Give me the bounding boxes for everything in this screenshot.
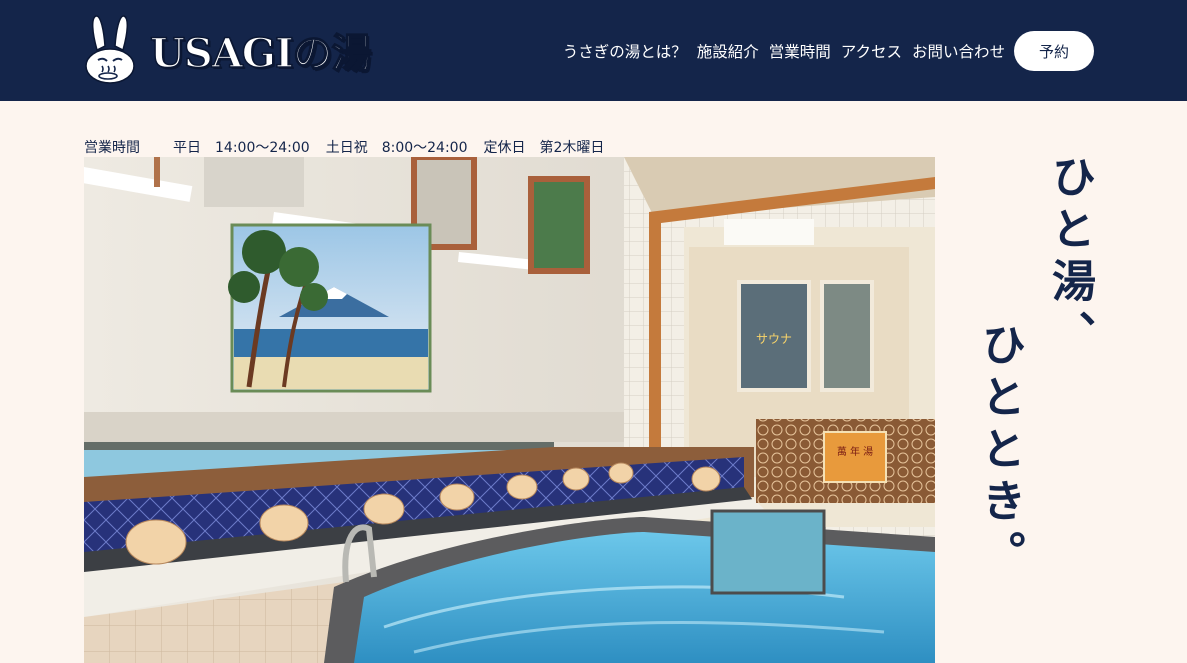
nav-hours[interactable]: 営業時間 xyxy=(769,40,831,62)
main-nav: うさぎの湯とは？ 施設紹介 営業時間 アクセス お問い合わせ 予約 xyxy=(563,31,1094,71)
site-header: USAGIの湯 うさぎの湯とは？ 施設紹介 営業時間 アクセス お問い合わせ 予… xyxy=(0,0,1187,101)
svg-text:サウナ: サウナ xyxy=(756,332,792,346)
hours-label: 営業時間 xyxy=(84,140,140,156)
bathhouse-photo: サウナ 萬 年 湯 xyxy=(84,157,935,663)
nav-access[interactable]: アクセス xyxy=(841,40,902,62)
hours-weekend: 土日祝 8:00～24:00 xyxy=(325,140,468,156)
tagline-line-1: ひと湯、 xyxy=(1044,154,1095,362)
business-hours: 営業時間 平日 14:00～24:00 土日祝 8:00～24:00 定休日 第… xyxy=(84,137,620,157)
svg-text:萬 年 湯: 萬 年 湯 xyxy=(837,445,873,458)
bathhouse-illustration: サウナ 萬 年 湯 xyxy=(84,157,935,663)
hours-closed: 定休日 第2木曜日 xyxy=(483,140,605,156)
hours-weekday: 平日 14:00～24:00 xyxy=(173,140,310,156)
rabbit-logo-icon xyxy=(85,15,135,84)
logo[interactable]: USAGIの湯 xyxy=(84,14,394,86)
nav-about[interactable]: うさぎの湯とは？ xyxy=(563,40,687,62)
tagline: ひと湯、 ひととき。 xyxy=(974,150,1105,610)
nav-contact[interactable]: お問い合わせ xyxy=(912,40,1005,62)
tagline-line-2: ひととき。 xyxy=(974,322,1025,582)
nav-facilities[interactable]: 施設紹介 xyxy=(697,40,759,62)
reserve-button[interactable]: 予約 xyxy=(1014,31,1094,71)
logo-text: USAGIの湯 xyxy=(149,30,372,77)
